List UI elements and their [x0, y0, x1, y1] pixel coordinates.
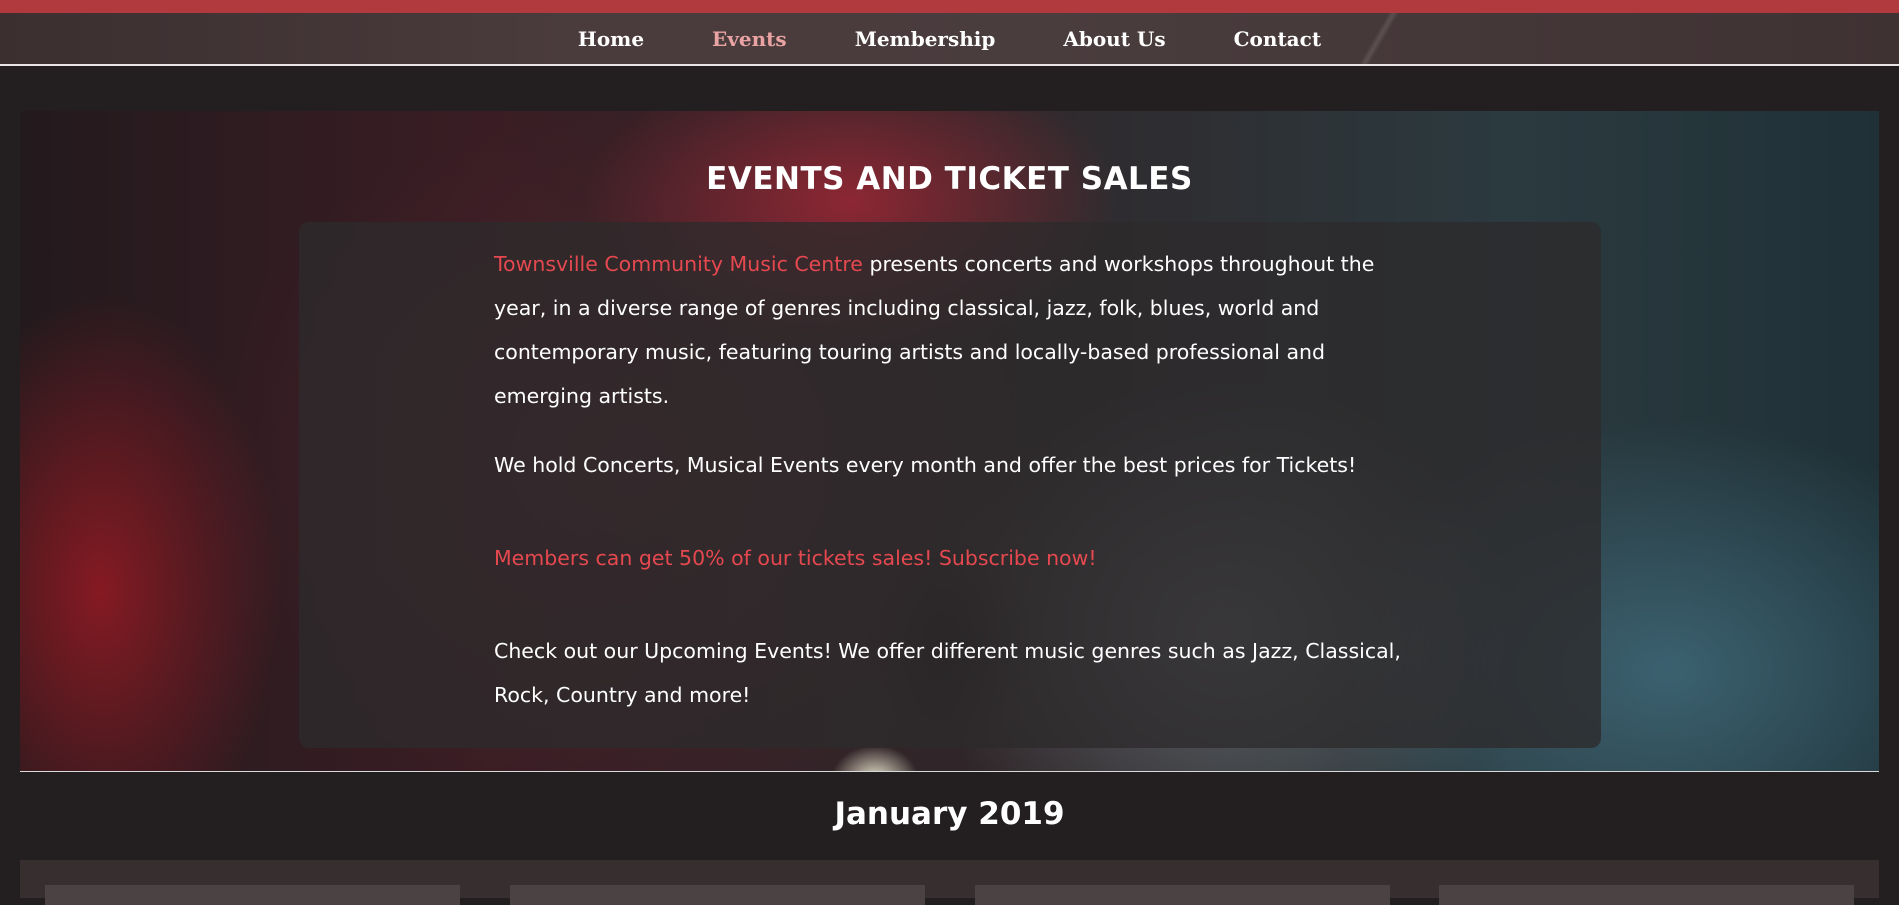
- intro-paragraph: Townsville Community Music Centre presen…: [494, 242, 1414, 418]
- upcoming-events-paragraph: Check out our Upcoming Events! We offer …: [494, 639, 1401, 707]
- event-card[interactable]: [510, 885, 925, 905]
- hero-banner: EVENTS AND TICKET SALES Townsville Commu…: [20, 111, 1879, 772]
- nav-link-contact[interactable]: Contact: [1200, 27, 1355, 51]
- members-offer-text: Members can get 50% of our tickets sales…: [494, 546, 1097, 570]
- hero-card-text: Townsville Community Music Centre presen…: [494, 242, 1414, 717]
- events-grid: [20, 860, 1879, 905]
- events-info-paragraph: We hold Concerts, Musical Events every m…: [494, 453, 1357, 477]
- month-heading: January 2019: [834, 796, 1065, 832]
- nav-link-about-us[interactable]: About Us: [1029, 27, 1199, 51]
- page-title: EVENTS AND TICKET SALES: [706, 161, 1193, 197]
- main-navigation: Home Events Membership About Us Contact: [0, 13, 1899, 66]
- event-card[interactable]: [1439, 885, 1854, 905]
- hero-info-card: Townsville Community Music Centre presen…: [299, 222, 1601, 748]
- nav-link-membership[interactable]: Membership: [821, 27, 1030, 51]
- nav-links: Home Events Membership About Us Contact: [0, 13, 1899, 64]
- top-accent-bar: [0, 0, 1899, 13]
- nav-link-home[interactable]: Home: [544, 27, 678, 51]
- event-card[interactable]: [45, 885, 460, 905]
- organization-name: Townsville Community Music Centre: [494, 252, 863, 276]
- event-card[interactable]: [975, 885, 1390, 905]
- nav-link-events[interactable]: Events: [678, 27, 821, 51]
